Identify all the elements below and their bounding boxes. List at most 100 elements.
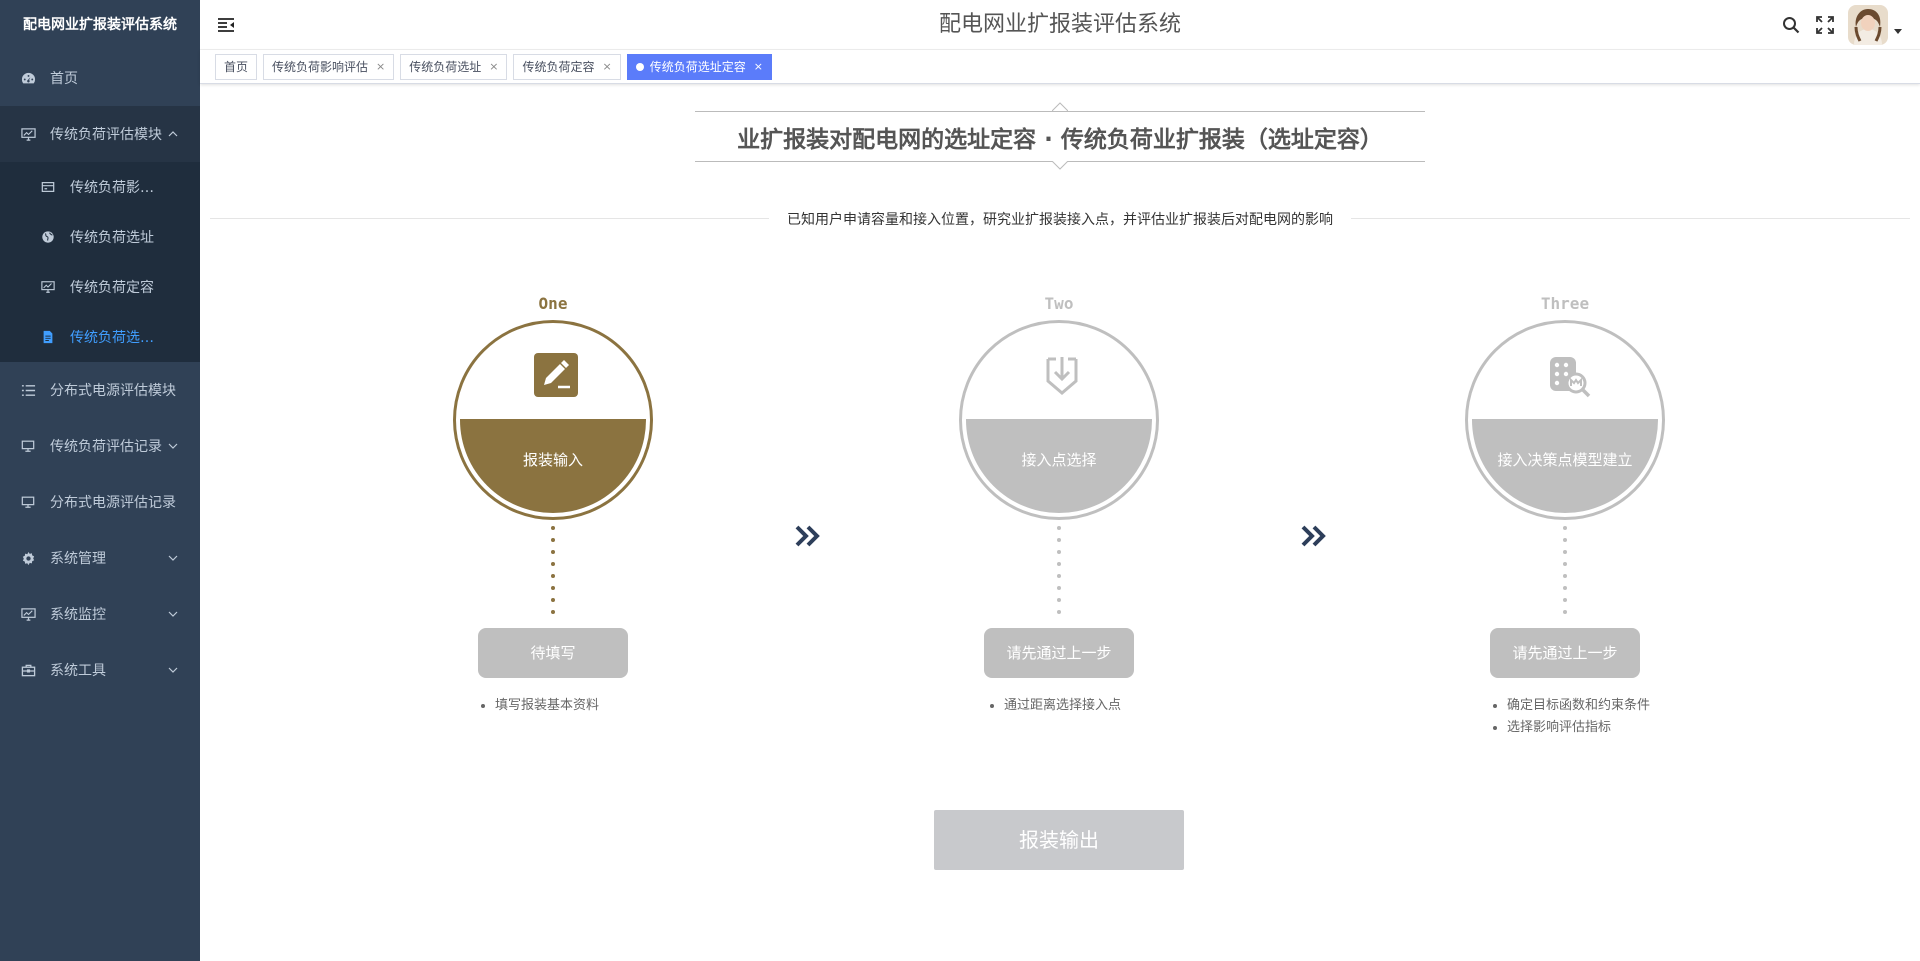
main-content: 业扩报装对配电网的选址定容 · 传统负荷业扩报装（选址定容） 已知用户申请容量和… [200,84,1920,961]
section-heading: 业扩报装对配电网的选址定容 · 传统负荷业扩报装（选址定容） [737,127,1383,153]
step-connector [1057,526,1061,614]
step-connector [1563,526,1567,614]
search-icon[interactable] [1780,14,1802,36]
edit-icon [534,353,578,397]
monitor-chart-icon [20,126,36,142]
sidebar-item-traditional-load[interactable]: 传统负荷评估模块 [0,106,200,162]
chevron-up-icon [168,131,178,137]
step-label: Two [1044,294,1074,313]
sidebar-item-label: 传统负荷选… [70,330,154,346]
close-icon[interactable]: × [754,55,763,79]
navbar-right [1780,0,1920,50]
sidebar-item-label: 分布式电源评估模块 [50,383,176,399]
list-item: 确定目标函数和约束条件 [1507,694,1665,713]
output-button[interactable]: 报装输出 [934,810,1184,870]
sidebar-item-label: 传统负荷定容 [70,280,154,296]
close-icon[interactable]: × [603,55,612,79]
tag-load-siting[interactable]: 传统负荷选址 × [400,53,508,80]
step-bullets: 填写报装基本资料 [453,694,653,713]
submenu-traditional-load: 传统负荷影… 传统负荷选址 传统负荷定容 传统负荷选… [0,162,200,362]
step-label: Three [1540,294,1590,313]
step-status-button[interactable]: 请先通过上一步 [984,628,1134,678]
sidebar-item-distributed-source[interactable]: 分布式电源评估模块 [0,362,200,418]
sidebar: 配电网业扩报装评估系统 首页 传统负荷评估模块 传统负荷影… 传统负荷选址 传统… [0,0,200,961]
avatar[interactable] [1848,5,1888,45]
step-circle[interactable]: 报装输入 [453,320,653,520]
close-icon[interactable]: × [489,55,498,79]
tags-view: 首页 传统负荷影响评估 × 传统负荷选址 × 传统负荷定容 × 传统负荷选址定容… [200,50,1920,84]
step-title: 报装输入 [522,451,583,469]
heading-notch-top-icon [1052,102,1068,112]
tag-load-siting-sizing[interactable]: 传统负荷选址定容 × [626,53,772,80]
toolbox-icon [20,662,36,678]
card-icon [40,179,56,195]
tag-load-sizing[interactable]: 传统负荷定容 × [513,53,621,80]
list-item: 选择影响评估指标 [1507,716,1665,735]
sidebar-item-label: 首页 [50,71,78,87]
step-status-button[interactable]: 请先通过上一步 [1490,628,1640,678]
list-icon [20,382,36,398]
sidebar-item-load-impact[interactable]: 传统负荷影… [0,162,200,212]
sidebar-item-system-management[interactable]: 系统管理 [0,530,200,586]
sidebar-item-distributed-records[interactable]: 分布式电源评估记录 [0,474,200,530]
heading-notch-bottom-icon [1052,161,1068,170]
caret-down-icon[interactable] [1894,29,1902,35]
step-circle[interactable]: 接入决策点模型建立 [1465,320,1665,520]
step-one: One 报装输入 待填写 填写报装基本资料 [453,292,653,716]
sidebar-item-label: 传统负荷影… [70,180,154,196]
sidebar-brand: 配电网业扩报装评估系统 [23,17,177,33]
tag-load-impact[interactable]: 传统负荷影响评估 × [263,53,395,80]
sidebar-item-load-siting[interactable]: 传统负荷选址 [0,212,200,262]
step-title: 接入点选择 [1021,451,1097,469]
tag-home[interactable]: 首页 [215,53,258,80]
tag-label: 传统负荷选址定容 [649,59,746,74]
step-circle[interactable]: 接入点选择 [959,320,1159,520]
step-status-button[interactable]: 待填写 [478,628,628,678]
list-item: 填写报装基本资料 [495,694,653,713]
double-chevron-right-icon [794,524,824,548]
monitor-icon [20,494,36,510]
sidebar-item-label: 分布式电源评估记录 [50,495,176,511]
step-label: One [538,294,568,313]
monitor-chart-icon [40,279,56,295]
active-dot-icon [635,62,644,71]
sidebar-item-traditional-records[interactable]: 传统负荷评估记录 [0,418,200,474]
step-three: Three 接入决策点模型建立 请先通过上一步 确定目标函数和约束条件 选择影响… [1465,292,1665,738]
sidebar-item-label: 系统监控 [50,607,106,623]
step-connector [551,526,555,614]
sidebar-item-label: 系统工具 [50,663,106,679]
fullscreen-icon[interactable] [1814,14,1836,36]
section-subtitle: 已知用户申请容量和接入位置，研究业扩报装接入点，并评估业扩报装后对配电网的影响 [769,212,1351,228]
sidebar-item-label: 传统负荷评估模块 [50,127,162,143]
close-icon[interactable]: × [376,55,385,79]
step-bullets: 确定目标函数和约束条件 选择影响评估指标 [1465,694,1665,735]
sidebar-item-load-sizing[interactable]: 传统负荷定容 [0,262,200,312]
sidebar-item-label: 传统负荷评估记录 [50,439,162,455]
tag-label: 首页 [224,59,249,74]
sidebar-item-label: 系统管理 [50,551,106,567]
step-fill: 报装输入 [460,419,646,513]
tag-label: 传统负荷选址 [409,59,482,74]
step-fill: 接入决策点模型建立 [1472,419,1658,513]
tag-label: 传统负荷影响评估 [272,59,369,74]
globe-icon [40,229,56,245]
document-icon [40,329,56,345]
step-fill: 接入点选择 [966,419,1152,513]
list-item: 通过距离选择接入点 [1004,694,1159,713]
sidebar-item-load-siting-sizing[interactable]: 传统负荷选… [0,312,200,362]
navbar: 配电网业扩报装评估系统 [200,0,1920,50]
sidebar-item-label: 传统负荷选址 [70,230,154,246]
step-title: 接入决策点模型建立 [1497,451,1633,469]
sidebar-item-home[interactable]: 首页 [0,50,200,106]
gear-icon [20,550,36,566]
tag-label: 传统负荷定容 [522,59,595,74]
sidebar-item-system-tools[interactable]: 系统工具 [0,642,200,698]
monitor-icon [20,438,36,454]
chevron-down-icon [168,443,178,449]
subtitle-wrap: 已知用户申请容量和接入位置，研究业扩报装接入点，并评估业扩报装后对配电网的影响 [200,209,1920,229]
download-shield-icon [1046,357,1078,395]
monitor-chart-icon [20,606,36,622]
sidebar-item-system-monitor[interactable]: 系统监控 [0,586,200,642]
chevron-down-icon [168,667,178,673]
heading-block: 业扩报装对配电网的选址定容 · 传统负荷业扩报装（选址定容） [695,102,1425,170]
